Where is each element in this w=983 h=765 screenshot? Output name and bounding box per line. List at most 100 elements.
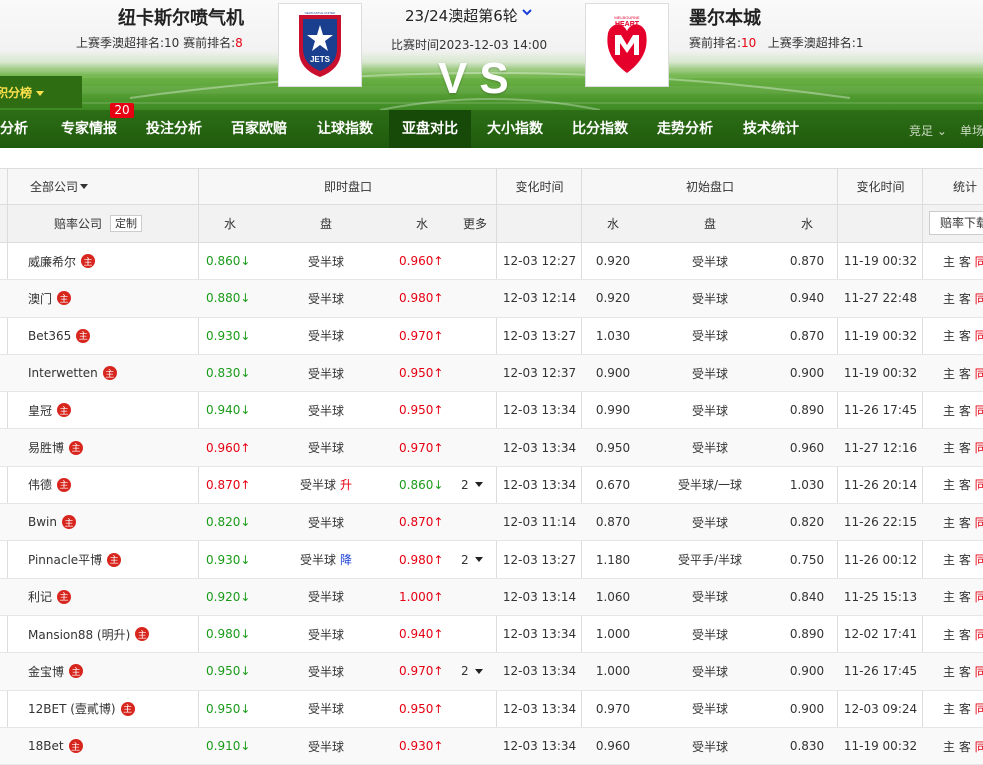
stats-link-text[interactable]: 主 客 同: [943, 402, 983, 419]
table-row[interactable]: 威廉希尔主 0.860↓ 受半球 0.960↑ 12-03 12:27 0.920 受半球 0…: [0, 243, 983, 281]
odds-download-button[interactable]: 赔率下载: [929, 211, 983, 235]
nav-item-over-under[interactable]: 大小指数: [487, 110, 543, 148]
company-name[interactable]: Mansion88 (明升): [28, 626, 130, 643]
stats-links[interactable]: 主 客 同: [943, 280, 983, 316]
company-name[interactable]: 18Bet: [28, 739, 64, 753]
round-title[interactable]: 23/24澳超第6轮: [405, 5, 518, 26]
stats-link-text[interactable]: 主 客 同: [943, 700, 983, 717]
company-filter[interactable]: 全部公司: [30, 169, 89, 204]
company-cell[interactable]: Interwetten 主: [28, 355, 117, 391]
table-row[interactable]: 澳门主 0.880↓ 受半球 0.980↑ 12-03 12:14 0.920 受半球 0.9…: [0, 280, 983, 318]
single-match-select[interactable]: 单场: [960, 122, 983, 139]
company-cell[interactable]: 伟德主: [28, 467, 72, 503]
company-cell[interactable]: 易胜博主: [28, 429, 84, 465]
caret-down-icon: [36, 91, 45, 96]
stats-links[interactable]: 主 客 同: [943, 691, 983, 727]
stats-link-text[interactable]: 主 客 同: [943, 551, 983, 568]
stats-links[interactable]: 主 客 同: [943, 429, 983, 465]
company-cell[interactable]: 威廉希尔主: [28, 243, 96, 279]
table-row[interactable]: 18Bet 主 0.910↓ 受半球 0.930↑ 12-03 13:34 0.960 受半球…: [0, 727, 983, 765]
company-name[interactable]: Bet365: [28, 329, 71, 343]
home-team-logo[interactable]: JETS NEWCASTLE UNITED: [278, 3, 362, 87]
stats-links[interactable]: 主 客 同: [943, 392, 983, 428]
company-name[interactable]: 伟德: [28, 476, 52, 493]
table-row[interactable]: Pinnacle平博主 0.930↓ 受半球降 0.980↑ 2 12-03 13:27 1…: [0, 541, 983, 579]
away-team-name[interactable]: 墨尔本城: [689, 4, 761, 30]
stats-link-text[interactable]: 主 客 同: [943, 626, 983, 643]
company-cell[interactable]: 澳门主: [28, 280, 72, 316]
chevron-down-icon[interactable]: [522, 9, 532, 17]
caret-down-icon: [474, 557, 483, 563]
table-row[interactable]: Mansion88 (明升) 主 0.980↓ 受半球 0.940↑ 12-03 13:3…: [0, 616, 983, 654]
more-dropdown[interactable]: 2: [461, 653, 483, 689]
company-name[interactable]: 澳门: [28, 290, 52, 307]
stats-links[interactable]: 主 客 同: [943, 579, 983, 615]
more-dropdown[interactable]: 2: [461, 541, 483, 577]
away-team-logo[interactable]: MELBOURNE HEART: [585, 3, 669, 87]
company-cell[interactable]: Mansion88 (明升) 主: [28, 616, 150, 652]
company-cell[interactable]: 皇冠主: [28, 392, 72, 428]
company-name[interactable]: Bwin: [28, 515, 57, 529]
table-row[interactable]: 金宝博主 0.950↓ 受半球 0.970↑ 2 12-03 13:34 1.000 受半球 0…: [0, 653, 983, 691]
table-row[interactable]: 易胜博主 0.960↑ 受半球 0.970↑ 12-03 13:34 0.950 受半球 0.…: [0, 429, 983, 467]
stats-link-text[interactable]: 主 客 同: [943, 439, 983, 456]
company-cell[interactable]: Bwin 主: [28, 504, 76, 540]
home-team-name[interactable]: 纽卡斯尔喷气机: [118, 4, 244, 30]
stats-link-text[interactable]: 主 客 同: [943, 290, 983, 307]
stats-link-text[interactable]: 主 客 同: [943, 253, 983, 270]
nav-item-handicap-index[interactable]: 让球指数: [317, 110, 373, 148]
stats-link-text[interactable]: 主 客 同: [943, 476, 983, 493]
stats-link-text[interactable]: 主 客 同: [943, 514, 983, 531]
company-name[interactable]: Interwetten: [28, 366, 98, 380]
company-cell[interactable]: 利记主: [28, 579, 72, 615]
nav-item-trend-analysis[interactable]: 走势分析: [657, 110, 713, 148]
company-name[interactable]: 金宝博: [28, 663, 64, 680]
table-row[interactable]: Bet365 主 0.930↓ 受半球 0.970↑ 12-03 13:27 1.030 受半…: [0, 318, 983, 355]
stats-link-text[interactable]: 主 客 同: [943, 738, 983, 755]
nav-item-data-analysis[interactable]: 数据分析: [0, 110, 28, 148]
customize-button[interactable]: 定制: [110, 215, 143, 232]
company-cell[interactable]: Bet365 主: [28, 318, 91, 354]
stats-links[interactable]: 主 客 同: [943, 616, 983, 652]
more-dropdown[interactable]: 2: [461, 467, 483, 503]
nav-item-betting-analysis[interactable]: 投注分析: [146, 110, 202, 148]
table-row[interactable]: 12BET (壹貳博) 主 0.950↓ 受半球 0.950↑ 12-03 13:34 0.…: [0, 691, 983, 728]
stats-links[interactable]: 主 客 同: [943, 243, 983, 279]
svg-text:NEWCASTLE UNITED: NEWCASTLE UNITED: [305, 11, 337, 15]
company-cell[interactable]: 12BET (壹貳博) 主: [28, 691, 135, 727]
stats-link-text[interactable]: 主 客 同: [943, 588, 983, 605]
table-row[interactable]: 利记主 0.920↓ 受半球 1.000↑ 12-03 13:14 1.060 受半球 0.8…: [0, 578, 983, 616]
nav-item-euro-odds[interactable]: 百家欧赔: [231, 110, 287, 148]
stats-link-text[interactable]: 主 客 同: [943, 365, 983, 382]
lottery-select[interactable]: 竞足 ⌄: [909, 122, 947, 139]
company-name[interactable]: 威廉希尔: [28, 253, 76, 270]
standings-dropdown[interactable]: 积分榜: [0, 76, 82, 108]
company-name[interactable]: 利记: [28, 588, 52, 605]
stats-links[interactable]: 主 客 同: [943, 318, 983, 354]
company-name[interactable]: Pinnacle平博: [28, 551, 102, 568]
company-cell[interactable]: 金宝博主: [28, 653, 84, 689]
stats-link-text[interactable]: 主 客 同: [943, 327, 983, 344]
nav-item-asian-handicap[interactable]: 亚盘对比: [389, 110, 471, 148]
live-water-away: 1.000↑: [399, 589, 444, 604]
stats-link-text[interactable]: 主 客 同: [943, 663, 983, 680]
table-row[interactable]: 皇冠主 0.940↓ 受半球 0.950↑ 12-03 13:34 0.990 受半球 0.8…: [0, 392, 983, 430]
stats-links[interactable]: 主 客 同: [943, 467, 983, 503]
nav-item-tech-stats[interactable]: 技术统计: [743, 110, 799, 148]
company-name[interactable]: 皇冠: [28, 402, 52, 419]
table-row[interactable]: Bwin 主 0.820↓ 受半球 0.870↑ 12-03 11:14 0.870 受半球 0…: [0, 504, 983, 542]
stats-links[interactable]: 主 客 同: [943, 504, 983, 540]
nav-item-score-index[interactable]: 比分指数: [572, 110, 628, 148]
nav-item-expert-intel[interactable]: 专家情报: [61, 110, 117, 148]
company-name[interactable]: 易胜博: [28, 439, 64, 456]
stats-links[interactable]: 主 客 同: [943, 541, 983, 577]
company-cell[interactable]: 18Bet 主: [28, 728, 83, 764]
company-cell[interactable]: Pinnacle平博主: [28, 541, 122, 577]
table-row[interactable]: 伟德主 0.870↑ 受半球升 0.860↓ 2 12-03 13:34 0.670 受半球/…: [0, 467, 983, 505]
stats-links[interactable]: 主 客 同: [943, 653, 983, 689]
company-name[interactable]: 12BET (壹貳博): [28, 700, 116, 717]
table-row[interactable]: Interwetten 主 0.830↓ 受半球 0.950↑ 12-03 12:37 0.…: [0, 354, 983, 393]
stats-links[interactable]: 主 客 同: [943, 355, 983, 391]
stats-links[interactable]: 主 客 同: [943, 728, 983, 764]
live-handicap-value: 受半球: [299, 553, 336, 568]
